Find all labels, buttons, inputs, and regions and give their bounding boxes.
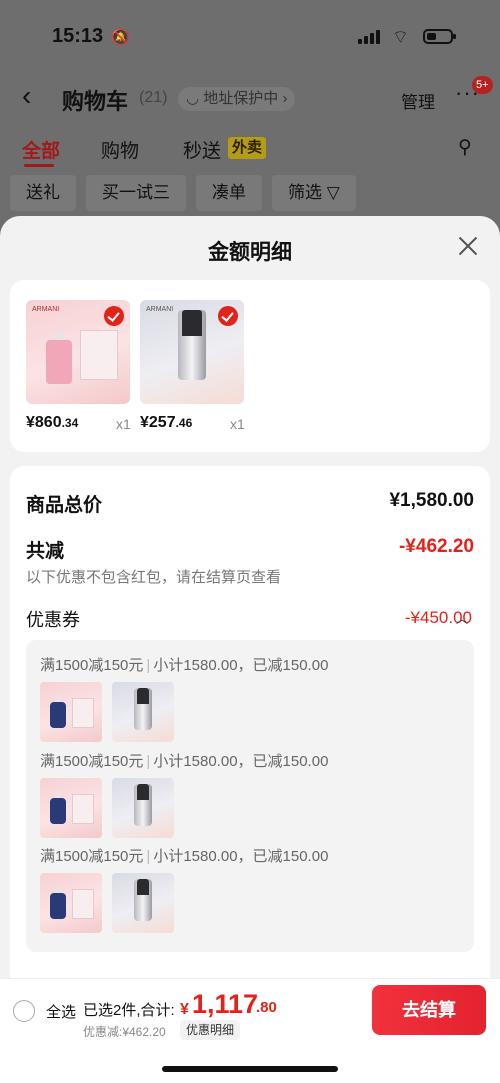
perfume-bottle-graphic bbox=[46, 331, 72, 384]
coupon-products bbox=[40, 682, 174, 742]
mini-product-image bbox=[40, 682, 102, 742]
coupon-label: 优惠券 bbox=[26, 610, 80, 630]
close-icon[interactable] bbox=[452, 230, 484, 262]
page-title: 购物车 bbox=[62, 89, 129, 114]
manage-button[interactable]: 管理 bbox=[401, 88, 435, 113]
address-protect-label: 地址保护中 bbox=[203, 90, 279, 107]
product-item[interactable]: ARMANI ¥860.34 x1 bbox=[26, 300, 144, 432]
home-indicator bbox=[162, 1066, 338, 1072]
tab-all[interactable]: 全部 bbox=[22, 136, 60, 163]
product-price: ¥860.34 bbox=[26, 414, 78, 432]
cart-page-background: 15:13 🔕 ⌔ ‹ 购物车 (21) ◡ 地址保护中 › 管理 ··· 5+… bbox=[0, 0, 500, 240]
total-currency: ¥ bbox=[180, 1001, 189, 1018]
discount-summary: 优惠减:¥462.20 bbox=[83, 1025, 166, 1039]
filter-chip-gift[interactable]: 送礼 bbox=[10, 175, 76, 211]
discount-note: 以下优惠不包含红包，请在结算页查看 bbox=[26, 569, 282, 586]
total-price-value: ¥1,580.00 bbox=[389, 490, 474, 511]
sheet-title: 金额明细 bbox=[208, 241, 292, 264]
bell-muted-icon: 🔕 bbox=[111, 29, 130, 46]
filter-funnel-icon: ▽ bbox=[326, 183, 340, 202]
chevron-up-icon: ︿ bbox=[455, 612, 468, 626]
coupon-group-text: 满1500减150元 | 小计1580.00，已减150.00 bbox=[40, 848, 329, 865]
coupon-rule: 满1500减150元 bbox=[40, 848, 144, 865]
selected-products-card: ARMANI ¥860.34 x1 ARMANI ¥257.46 x1 bbox=[10, 280, 490, 452]
filter-label: 筛选 bbox=[288, 183, 322, 202]
cart-count: (21) bbox=[139, 89, 168, 106]
discount-value: -¥462.20 bbox=[398, 536, 474, 557]
discount-detail-link[interactable]: 优惠明细 bbox=[180, 1020, 241, 1040]
product-image-perfume: ARMANI bbox=[26, 300, 130, 404]
product-price-dec: .46 bbox=[175, 416, 193, 430]
coupon-detail: 小计1580.00，已减150.00 bbox=[153, 657, 329, 674]
select-all-label[interactable]: 全选 bbox=[46, 1001, 76, 1022]
back-arrow-icon[interactable]: ‹ bbox=[22, 80, 31, 112]
product-brand-mark: ARMANI bbox=[146, 306, 174, 313]
checked-icon bbox=[218, 306, 238, 326]
coupon-toggle[interactable]: -¥450.00 ︿ bbox=[405, 608, 472, 628]
coupon-detail: 小计1580.00，已减150.00 bbox=[153, 848, 329, 865]
mini-product-image bbox=[112, 873, 174, 933]
coupon-detail-box: 满1500减150元 | 小计1580.00，已减150.00 满1500减150元… bbox=[26, 640, 474, 952]
product-price: ¥257.46 bbox=[140, 414, 192, 432]
checked-icon bbox=[104, 306, 124, 326]
address-protect-pill[interactable]: ◡ 地址保护中 › bbox=[178, 87, 296, 111]
product-qty: x1 bbox=[230, 416, 245, 432]
search-icon[interactable]: ⚲ bbox=[458, 136, 472, 159]
tab-shopping[interactable]: 购物 bbox=[101, 136, 139, 163]
checkout-button[interactable]: 去结算 bbox=[372, 985, 486, 1035]
coupon-rule: 满1500减150元 bbox=[40, 657, 144, 674]
tab-instant[interactable]: 秒送 bbox=[183, 136, 221, 163]
coupon-group-text: 满1500减150元 | 小计1580.00，已减150.00 bbox=[40, 753, 329, 770]
sheet-header: 金额明细 bbox=[0, 216, 500, 278]
total-price-label: 商品总价 bbox=[26, 495, 103, 516]
checkout-bar: 全选 已选2件,合计: ¥ 1,117 .80 优惠减:¥462.20 优惠明细… bbox=[0, 978, 500, 1083]
notification-badge: 5+ bbox=[472, 76, 493, 94]
total-amount-decimal: .80 bbox=[256, 999, 277, 1016]
total-amount: 1,117 bbox=[192, 989, 259, 1019]
wifi-icon: ⌔ bbox=[392, 27, 409, 47]
select-all-radio[interactable] bbox=[13, 1000, 35, 1022]
product-qty: x1 bbox=[116, 416, 131, 432]
mini-product-image bbox=[112, 682, 174, 742]
filter-chips: 送礼 买一试三 凑单 筛选 ▽ bbox=[10, 175, 356, 211]
coupon-detail: 小计1580.00，已减150.00 bbox=[153, 753, 329, 770]
coupon-group-text: 满1500减150元 | 小计1580.00，已减150.00 bbox=[40, 657, 329, 674]
signal-icon bbox=[358, 30, 380, 44]
coupon-products bbox=[40, 778, 174, 838]
product-item[interactable]: ARMANI ¥257.46 x1 bbox=[140, 300, 258, 432]
takeout-tag: 外卖 bbox=[228, 137, 267, 159]
filter-chip-combine[interactable]: 凑单 bbox=[196, 175, 262, 211]
status-bar: 15:13 🔕 ⌔ bbox=[0, 22, 500, 52]
filter-chip-trial[interactable]: 买一试三 bbox=[86, 175, 186, 211]
selected-summary: 已选2件,合计: bbox=[83, 1002, 175, 1019]
product-price-int: ¥257 bbox=[140, 414, 176, 431]
tab-active-indicator bbox=[24, 164, 54, 167]
coupon-products bbox=[40, 873, 174, 933]
status-time: 15:13 bbox=[52, 25, 104, 47]
discount-label: 共减 bbox=[26, 541, 65, 562]
coupon-rule: 满1500减150元 bbox=[40, 753, 144, 770]
product-price-int: ¥860 bbox=[26, 414, 62, 431]
mini-product-image bbox=[40, 778, 102, 838]
mini-product-image bbox=[40, 873, 102, 933]
battery-icon bbox=[423, 29, 456, 44]
cart-tabs: 全部 购物 秒送 外卖 ⚲ bbox=[0, 134, 500, 168]
filter-chip-filter[interactable]: 筛选 ▽ bbox=[272, 175, 356, 211]
amount-detail-sheet: 金额明细 ARMANI ¥860.34 x1 ARMANI ¥257.46 x1… bbox=[0, 216, 500, 1083]
mini-product-image bbox=[112, 778, 174, 838]
perfume-box-graphic bbox=[80, 330, 118, 380]
product-image-foundation: ARMANI bbox=[140, 300, 244, 404]
product-brand-mark: ARMANI bbox=[32, 306, 60, 313]
foundation-bottle-graphic bbox=[178, 310, 206, 380]
nav-bar: ‹ 购物车 (21) ◡ 地址保护中 › 管理 ··· 5+ bbox=[0, 76, 500, 116]
product-price-dec: .34 bbox=[61, 416, 79, 430]
